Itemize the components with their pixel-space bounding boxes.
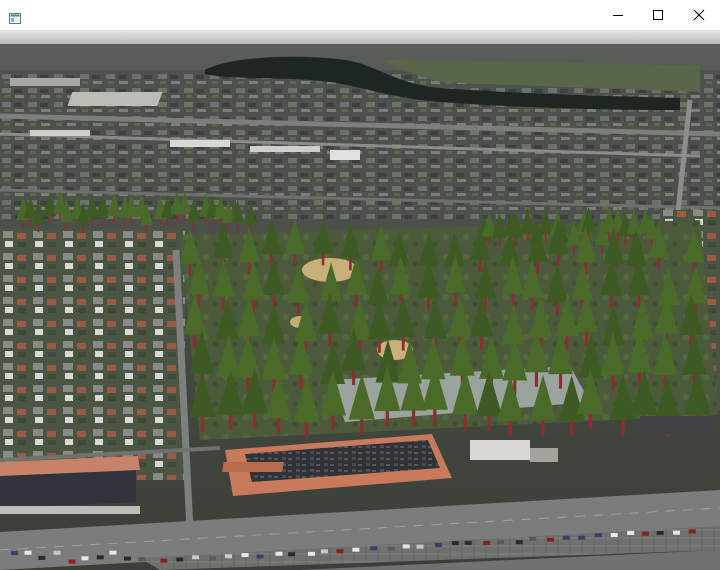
application-window xyxy=(0,0,720,570)
car xyxy=(24,550,32,555)
school-courtyard xyxy=(222,462,284,472)
car xyxy=(656,531,664,536)
car xyxy=(672,530,680,535)
car xyxy=(68,559,76,564)
minimize-button[interactable] xyxy=(597,0,639,30)
car xyxy=(81,556,89,561)
title-bar[interactable] xyxy=(0,0,720,30)
car xyxy=(483,540,491,545)
car xyxy=(627,530,635,535)
car xyxy=(256,554,264,559)
building-strip xyxy=(30,130,90,136)
car xyxy=(109,550,117,555)
car xyxy=(595,533,603,538)
maximize-button[interactable] xyxy=(637,0,679,30)
building-strip xyxy=(250,146,320,152)
house xyxy=(640,416,710,434)
car xyxy=(370,546,378,551)
car xyxy=(435,542,443,547)
car xyxy=(241,552,249,557)
car xyxy=(53,550,61,555)
parking-lot xyxy=(10,78,80,86)
car xyxy=(138,557,146,562)
car xyxy=(336,549,344,554)
car xyxy=(402,544,410,549)
car xyxy=(387,546,395,551)
close-button[interactable] xyxy=(678,0,720,30)
car xyxy=(610,533,618,538)
3d-map-viewport[interactable] xyxy=(0,30,720,570)
car xyxy=(320,549,328,554)
car xyxy=(688,529,696,534)
car xyxy=(578,535,586,540)
car xyxy=(275,551,283,556)
house xyxy=(530,448,558,462)
car xyxy=(160,558,168,563)
commercial-building-left-annex xyxy=(0,506,140,514)
car xyxy=(192,555,200,560)
car xyxy=(451,541,459,546)
car xyxy=(307,551,315,556)
car xyxy=(208,556,216,561)
car xyxy=(515,540,523,545)
car xyxy=(123,556,131,561)
maximize-icon xyxy=(653,10,663,20)
house xyxy=(470,440,530,460)
car xyxy=(529,536,537,541)
minimize-icon xyxy=(613,15,623,16)
car xyxy=(562,535,570,540)
app-window-icon xyxy=(9,9,21,24)
car xyxy=(547,537,555,542)
parking-lot xyxy=(67,92,163,106)
car xyxy=(288,552,296,557)
car xyxy=(641,531,649,536)
car xyxy=(352,547,360,552)
car xyxy=(224,554,232,559)
car xyxy=(176,557,184,562)
car xyxy=(496,540,504,545)
building-strip xyxy=(170,140,230,147)
car xyxy=(416,544,424,549)
car xyxy=(38,555,46,560)
car xyxy=(11,551,19,556)
close-icon xyxy=(693,9,705,21)
car xyxy=(96,555,104,560)
building-strip xyxy=(330,150,360,160)
car xyxy=(464,540,472,545)
residential-left xyxy=(0,230,185,480)
